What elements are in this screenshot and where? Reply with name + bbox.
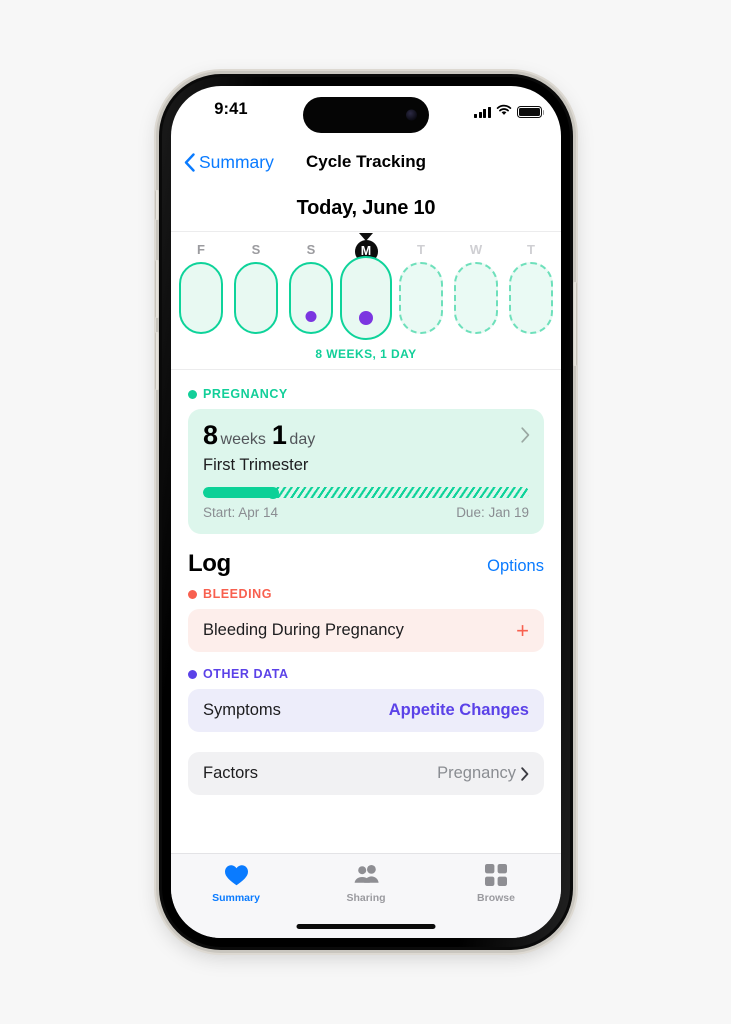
tab-browse[interactable]: Browse <box>431 854 561 938</box>
pregnancy-weeks-number: 8 <box>203 420 218 450</box>
symptoms-row-label: Symptoms <box>203 701 281 719</box>
status-bar: 9:41 <box>171 86 561 140</box>
tab-summary[interactable]: Summary <box>171 854 301 938</box>
log-header: Log Options <box>188 550 544 578</box>
factors-row-value: Pregnancy <box>437 764 529 783</box>
plus-icon[interactable]: + <box>516 619 529 642</box>
calendar-day-pill[interactable] <box>289 262 333 334</box>
factors-value-text: Pregnancy <box>437 764 516 782</box>
phone-frame: 9:41 Summary Cycle Tracking Today, June … <box>155 74 577 950</box>
power-button[interactable] <box>573 282 577 366</box>
factors-row-label: Factors <box>203 764 259 782</box>
calendar-day-pill[interactable] <box>340 256 392 340</box>
bleeding-log-row[interactable]: Bleeding During Pregnancy + <box>188 609 544 652</box>
navigation-bar: Summary Cycle Tracking <box>171 140 561 184</box>
log-section: Log Options BLEEDING Bleeding During Pre… <box>171 534 561 732</box>
pregnancy-trimester: First Trimester <box>203 456 309 474</box>
calendar-day-pill[interactable] <box>234 262 278 334</box>
symptom-dot-icon <box>359 311 373 325</box>
calendar-day-letter-7: T <box>527 242 535 257</box>
wifi-icon <box>496 103 512 121</box>
pregnancy-due-label: Due: Jan 19 <box>456 505 529 520</box>
pregnancy-card[interactable]: 8 weeks 1 day First Trimester Start: Apr 14… <box>188 409 544 534</box>
other-data-tag-label: OTHER DATA <box>203 667 289 681</box>
status-bar-time: 9:41 <box>214 100 248 118</box>
pregnancy-progress-fill <box>203 487 275 498</box>
phone-screen: 9:41 Summary Cycle Tracking Today, June … <box>171 86 561 938</box>
back-button-label: Summary <box>199 151 274 172</box>
calendar-day-pills <box>171 256 561 340</box>
calendar-day-letter-3: S <box>306 242 316 257</box>
pregnancy-weeks-unit: weeks <box>220 431 266 448</box>
pregnancy-section: PREGNANCY 8weeks 1day First Trimester <box>171 370 561 534</box>
dynamic-island <box>303 97 429 133</box>
bleeding-section-tag: BLEEDING <box>188 587 544 601</box>
calendar-day-pill[interactable] <box>179 262 223 334</box>
pregnancy-progress-knob <box>267 486 280 499</box>
silent-switch[interactable] <box>155 190 159 220</box>
cycle-calendar-strip[interactable]: TFSSMTWTF 8 WEEKS, 1 DAY <box>171 231 561 370</box>
volume-up-button[interactable] <box>155 260 159 318</box>
chevron-right-icon <box>521 427 530 443</box>
chevron-right-icon <box>521 766 529 781</box>
symptoms-log-row[interactable]: Symptoms Appetite Changes <box>188 689 544 732</box>
pregnancy-tag-label: PREGNANCY <box>203 387 288 401</box>
chevron-left-icon <box>184 152 195 172</box>
home-indicator[interactable] <box>296 924 436 929</box>
today-date-header: Today, June 10 <box>296 197 436 219</box>
tab-summary-label: Summary <box>212 892 260 904</box>
symptom-dot-icon <box>305 311 317 322</box>
people-icon <box>353 863 380 887</box>
bleeding-tag-label: BLEEDING <box>203 587 272 601</box>
pregnancy-tag-dot-icon <box>188 389 197 399</box>
calendar-day-pill[interactable] <box>399 262 443 334</box>
log-title: Log <box>188 550 231 577</box>
pregnancy-progress-labels: Start: Apr 14 Due: Jan 19 <box>203 505 529 520</box>
calendar-day-pill[interactable] <box>454 262 498 334</box>
pregnancy-days-number: 1 <box>271 420 287 450</box>
symptoms-row-value: Appetite Changes <box>388 701 529 719</box>
pregnancy-start-label: Start: Apr 14 <box>203 505 279 520</box>
factors-row[interactable]: Factors Pregnancy <box>188 752 544 795</box>
other-data-section-tag: OTHER DATA <box>188 667 544 681</box>
heart-icon <box>224 863 249 887</box>
calendar-day-letter-2: S <box>251 242 261 257</box>
back-button[interactable]: Summary <box>184 152 274 173</box>
log-options-button[interactable]: Options <box>487 557 544 576</box>
scroll-content: Today, June 10 TFSSMTWTF 8 WEEKS, 1 DAY … <box>171 184 561 853</box>
cellular-signal-icon <box>474 106 491 118</box>
volume-down-button[interactable] <box>155 332 159 390</box>
pregnancy-section-tag: PREGNANCY <box>188 387 544 401</box>
bleeding-row-label: Bleeding During Pregnancy <box>203 621 404 639</box>
tab-sharing-label: Sharing <box>346 892 386 904</box>
tab-browse-label: Browse <box>477 892 515 904</box>
other-data-tag-dot-icon <box>188 669 197 679</box>
tab-bar: Summary Sharing Browse <box>171 853 561 938</box>
grid-icon <box>485 863 507 887</box>
calendar-day-pill[interactable] <box>509 262 553 334</box>
pregnancy-duration: 8 weeks 1 day <box>203 422 529 449</box>
bleeding-tag-dot-icon <box>188 589 197 599</box>
pregnancy-days-unit: day <box>289 431 316 448</box>
battery-icon <box>517 105 545 119</box>
front-camera-icon <box>406 109 417 121</box>
pregnancy-progress-bar <box>203 487 529 498</box>
calendar-day-letter-5: T <box>417 242 425 257</box>
calendar-day-letter-6: W <box>469 242 483 257</box>
cycle-duration-caption: 8 WEEKS, 1 DAY <box>315 347 417 361</box>
calendar-day-letter-1: F <box>197 242 205 257</box>
status-bar-icons <box>474 103 545 121</box>
